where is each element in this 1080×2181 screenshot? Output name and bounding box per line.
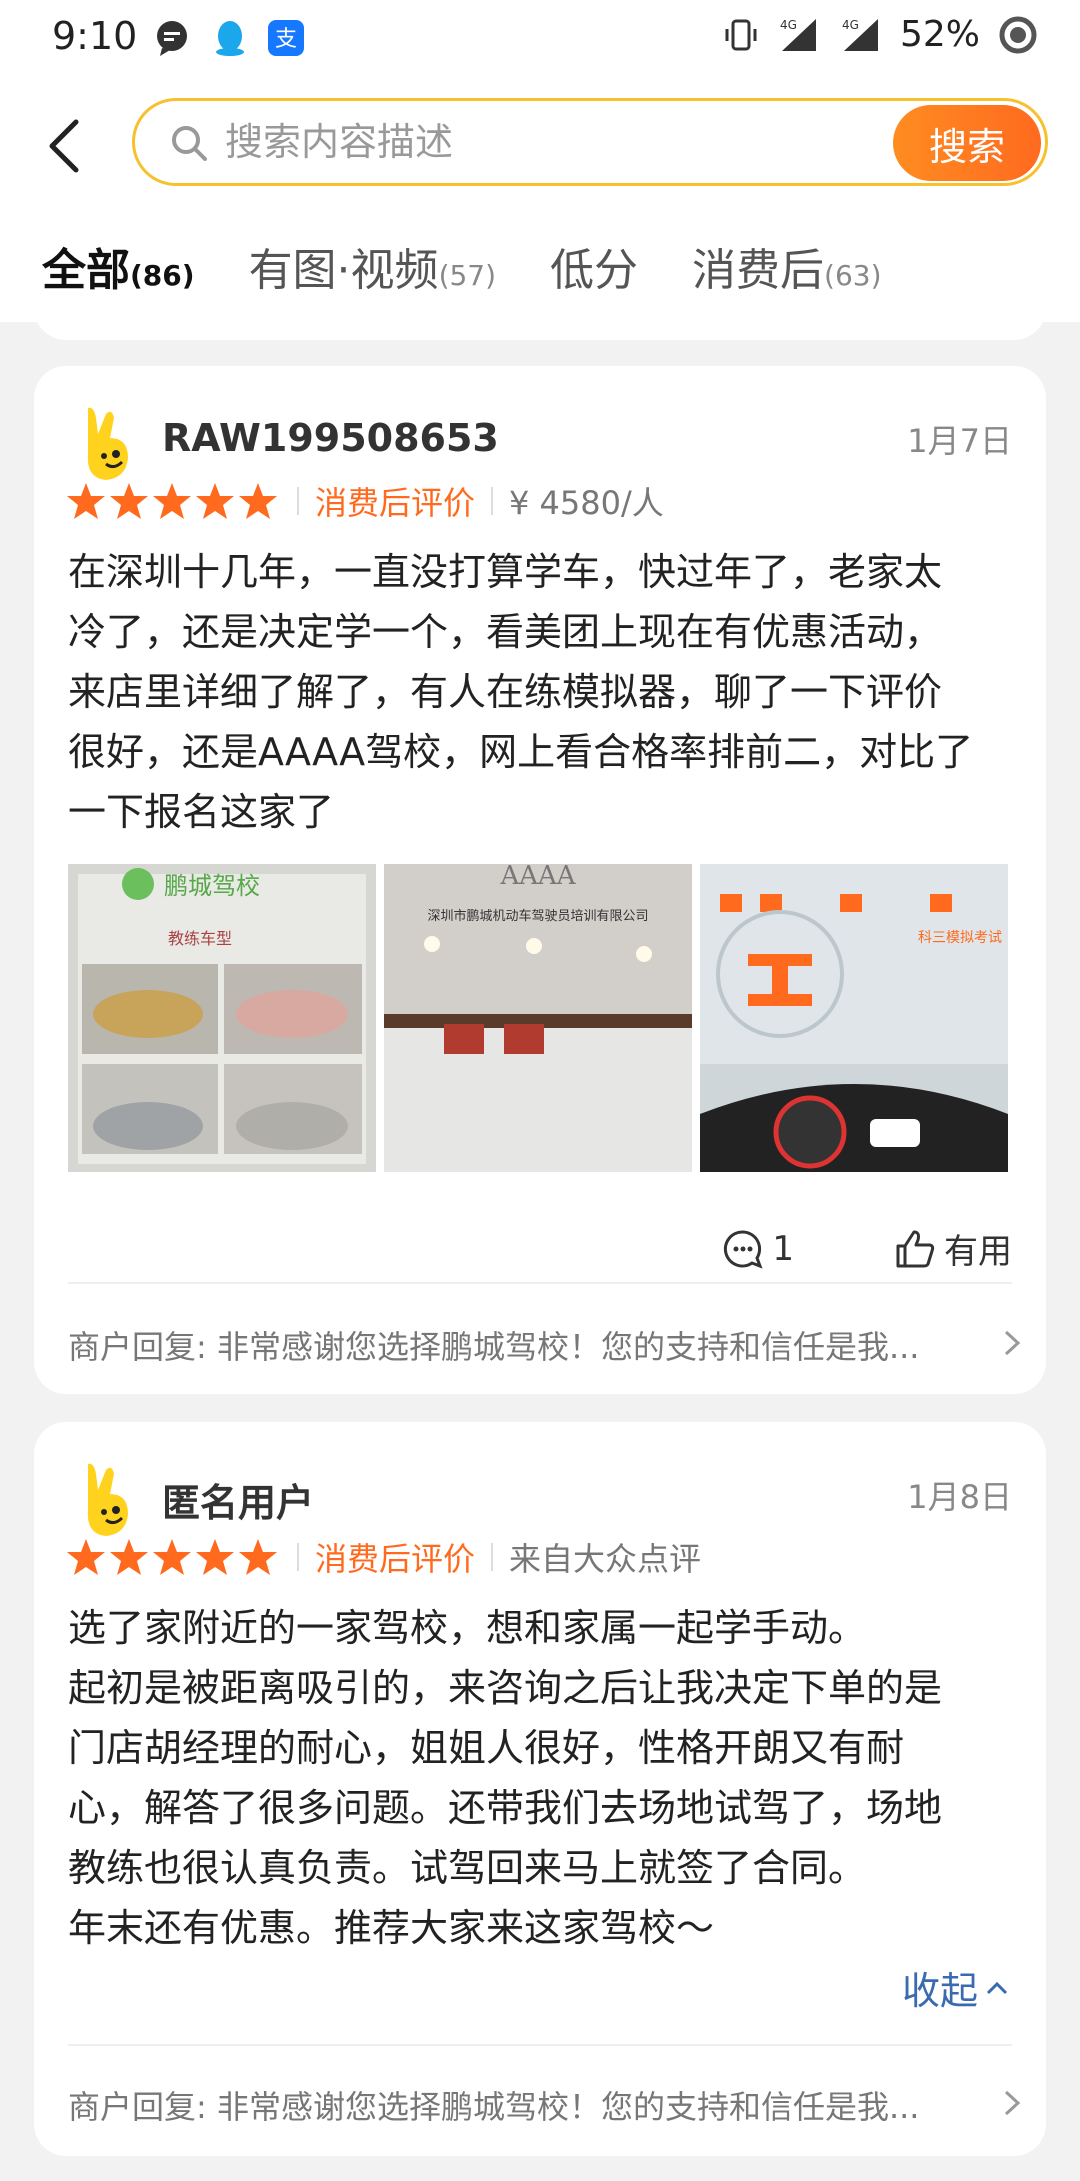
star-icon — [110, 483, 148, 519]
school-sign-photo: AAAA 深圳市鹏城机动车驾驶员培训有限公司 — [384, 864, 692, 1172]
chevron-right-icon[interactable] — [996, 2088, 1026, 2118]
signal-icon: 4G — [780, 18, 816, 51]
tab-after-purchase[interactable]: 消费后(63) — [692, 234, 881, 298]
star-icon — [196, 1539, 234, 1575]
search-icon — [172, 126, 207, 161]
back-arrow-icon — [49, 119, 79, 173]
chevron-up-icon — [986, 1981, 1008, 1994]
useful-button[interactable]: 有用 — [894, 1224, 1012, 1273]
review-card: RAW199508653 1月7日 消费后评价 ¥ 4580/人 在深圳十几年，… — [34, 366, 1046, 1394]
svg-text:科三模拟考试: 科三模拟考试 — [918, 930, 1002, 946]
review-photo[interactable]: AAAA 深圳市鹏城机动车驾驶员培训有限公司 — [384, 864, 692, 1172]
star-icon — [67, 1539, 105, 1575]
review-photo[interactable]: 科三模拟考试 — [700, 864, 1008, 1172]
avatar[interactable] — [70, 1460, 140, 1540]
header-bar: 搜索 — [0, 80, 1080, 210]
battery-icon — [999, 16, 1037, 53]
collapse-button[interactable]: 收起 — [902, 1960, 1010, 2015]
thumbs-up-icon — [896, 1230, 935, 1267]
star-icon — [196, 483, 234, 519]
review-card: 匿名用户 1月8日 消费后评价 来自大众点评 选了家附近的一家驾校，想和家属一起… — [34, 1422, 1046, 2156]
reviewer-name[interactable]: RAW199508653 — [162, 416, 499, 460]
chevron-right-icon[interactable] — [996, 1328, 1026, 1358]
status-right: 4G 4G 52% — [724, 14, 1038, 55]
comment-button[interactable]: 1 — [722, 1228, 794, 1270]
tab-low-score[interactable]: 低分 — [550, 234, 638, 298]
signal-icon: 4G — [842, 18, 878, 51]
star-icon — [153, 1539, 191, 1575]
review-date: 1月7日 — [907, 422, 1012, 460]
star-icon — [153, 483, 191, 519]
tab-all[interactable]: 全部(86) — [42, 234, 195, 316]
svg-text:4G: 4G — [842, 18, 859, 32]
review-photos: 鹏城驾校 教练车型 AAAA 深圳市鹏城机动车驾驶员培训有限公司 科三模拟考试 — [68, 864, 1008, 1172]
status-bar: 9:10 支 4G 4G 52% — [0, 0, 1080, 80]
svg-text:鹏城驾校: 鹏城驾校 — [164, 872, 260, 900]
search-button[interactable]: 搜索 — [893, 105, 1041, 181]
star-icon — [110, 1539, 148, 1575]
separator — [297, 1543, 299, 1571]
comment-count: 1 — [772, 1228, 794, 1269]
review-photo[interactable]: 鹏城驾校 教练车型 — [68, 864, 376, 1172]
review-date: 1月8日 — [907, 1478, 1012, 1516]
search-input[interactable] — [225, 111, 785, 173]
status-time: 9:10 — [52, 14, 138, 58]
simulator-photo: 科三模拟考试 — [700, 864, 1008, 1172]
separator — [491, 1543, 494, 1571]
rating-row: 消费后评价 来自大众点评 — [66, 1534, 701, 1580]
separator — [491, 487, 494, 515]
star-icon — [239, 1539, 277, 1575]
divider — [68, 2044, 1012, 2046]
review-tag: 消费后评价 — [315, 484, 476, 522]
search-box[interactable]: 搜索 — [132, 98, 1048, 186]
divider — [68, 1282, 1012, 1284]
review-text: 在深圳十几年，一直没打算学车，快过年了，老家太 冷了，还是决定学一个，看美团上现… — [68, 550, 974, 834]
review-text: 选了家附近的一家驾校，想和家属一起学手动。 起初是被距离吸引的，来咨询之后让我决… — [68, 1606, 943, 1950]
svg-text:支: 支 — [275, 27, 297, 52]
avatar[interactable] — [70, 404, 140, 484]
svg-text:教练车型: 教练车型 — [168, 929, 232, 948]
price-per-person: ¥ 4580/人 — [509, 484, 664, 522]
qq-icon — [216, 21, 244, 56]
svg-text:深圳市鹏城机动车驾驶员培训有限公司: 深圳市鹏城机动车驾驶员培训有限公司 — [427, 908, 648, 924]
battery-percent: 52% — [899, 14, 980, 55]
rating-row: 消费后评价 ¥ 4580/人 — [66, 478, 664, 524]
separator — [297, 487, 299, 515]
message-icon — [157, 21, 187, 56]
vibrate-icon — [725, 19, 757, 50]
star-icon — [239, 483, 277, 519]
previous-card-bottom — [34, 300, 1046, 340]
tab-with-media[interactable]: 有图·视频(57) — [249, 234, 496, 298]
review-actions: 1 有用 — [722, 1224, 1012, 1273]
car-models-photo: 鹏城驾校 教练车型 — [68, 864, 376, 1172]
star-icon — [67, 483, 105, 519]
review-tag: 消费后评价 — [315, 1540, 476, 1578]
useful-label: 有用 — [944, 1232, 1012, 1272]
merchant-reply[interactable]: 商户回复: 非常感谢您选择鹏城驾校！您的支持和信任是我... — [68, 2082, 998, 2128]
svg-text:4G: 4G — [780, 18, 797, 32]
review-source: 来自大众点评 — [509, 1540, 702, 1578]
alipay-icon: 支 — [268, 20, 304, 56]
comment-icon — [724, 1229, 763, 1269]
svg-text:AAAA: AAAA — [499, 864, 576, 891]
merchant-reply[interactable]: 商户回复: 非常感谢您选择鹏城驾校！您的支持和信任是我... — [68, 1322, 998, 1368]
back-button[interactable] — [36, 114, 92, 178]
reviewer-name[interactable]: 匿名用户 — [162, 1472, 314, 1527]
